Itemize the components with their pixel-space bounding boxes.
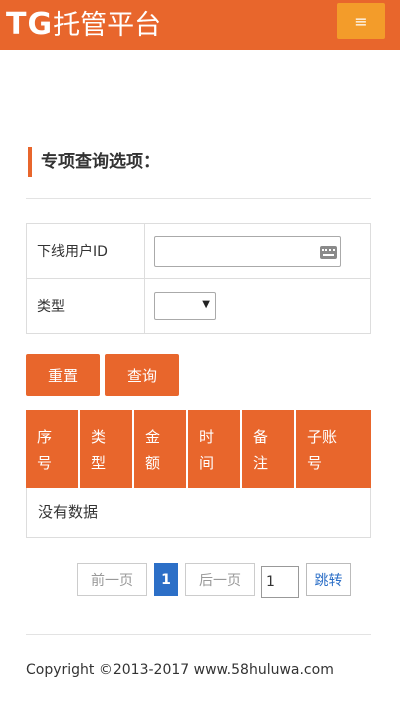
table-header: 序号 类型 金额 时间 备注 子账号	[26, 410, 371, 488]
column-header-line: 额	[145, 454, 161, 472]
prev-page-button[interactable]: 前一页	[77, 563, 147, 596]
keyboard-icon[interactable]	[320, 245, 337, 259]
column-header-amount: 金额	[134, 410, 188, 488]
column-header-line: 时	[199, 428, 215, 446]
section-title: 专项查询选项：	[28, 147, 160, 177]
type-label: 类型	[26, 278, 145, 334]
pagination: 前一页 1 后一页 1 跳转	[0, 563, 400, 599]
form-row-user-id: 下线用户ID	[26, 223, 371, 279]
query-form: 下线用户ID 类型 ▼	[26, 223, 371, 334]
next-page-button[interactable]: 后一页	[185, 563, 255, 596]
column-header-line: 注	[253, 454, 269, 472]
column-header-line: 号	[37, 454, 53, 472]
logo-text: 托管平台	[53, 10, 162, 41]
column-header-line: 备	[253, 428, 269, 446]
column-header-line: 子账	[307, 428, 338, 446]
hamburger-icon: ≡	[354, 11, 368, 31]
column-header-line: 金	[145, 428, 161, 446]
user-id-label: 下线用户ID	[26, 223, 145, 279]
type-select[interactable]: ▼	[154, 292, 216, 320]
type-cell: ▼	[144, 278, 371, 334]
column-header-line: 序	[37, 428, 53, 446]
column-header-line: 间	[199, 454, 215, 472]
divider	[26, 198, 371, 199]
copyright-text: Copyright ©2013-2017 www.58huluwa.com	[26, 662, 334, 678]
results-table: 序号 类型 金额 时间 备注 子账号 没有数据	[26, 410, 371, 538]
user-id-input[interactable]	[155, 236, 340, 266]
column-header-line: 类	[91, 428, 107, 446]
footer-divider	[26, 634, 371, 635]
column-header-line: 号	[307, 454, 323, 472]
dropdown-arrow-icon: ▼	[202, 299, 210, 310]
menu-button[interactable]: ≡	[337, 3, 385, 39]
form-row-type: 类型 ▼	[26, 278, 371, 334]
logo[interactable]: TG托管平台	[6, 6, 161, 45]
logo-mark: TG	[6, 7, 54, 42]
column-header-line: 型	[91, 454, 107, 472]
reset-button[interactable]: 重置	[26, 354, 100, 396]
column-header-index: 序号	[26, 410, 80, 488]
page-number-input[interactable]: 1	[261, 566, 299, 598]
user-id-cell	[144, 223, 371, 279]
top-header: TG托管平台 ≡	[0, 0, 400, 50]
query-button[interactable]: 查询	[105, 354, 179, 396]
column-header-sub-account: 子账号	[296, 410, 371, 488]
column-header-type: 类型	[80, 410, 134, 488]
user-id-field[interactable]	[154, 235, 341, 267]
empty-message: 没有数据	[26, 488, 371, 538]
jump-button[interactable]: 跳转	[306, 563, 351, 596]
column-header-note: 备注	[242, 410, 296, 488]
current-page-button[interactable]: 1	[154, 563, 178, 596]
column-header-time: 时间	[188, 410, 242, 488]
